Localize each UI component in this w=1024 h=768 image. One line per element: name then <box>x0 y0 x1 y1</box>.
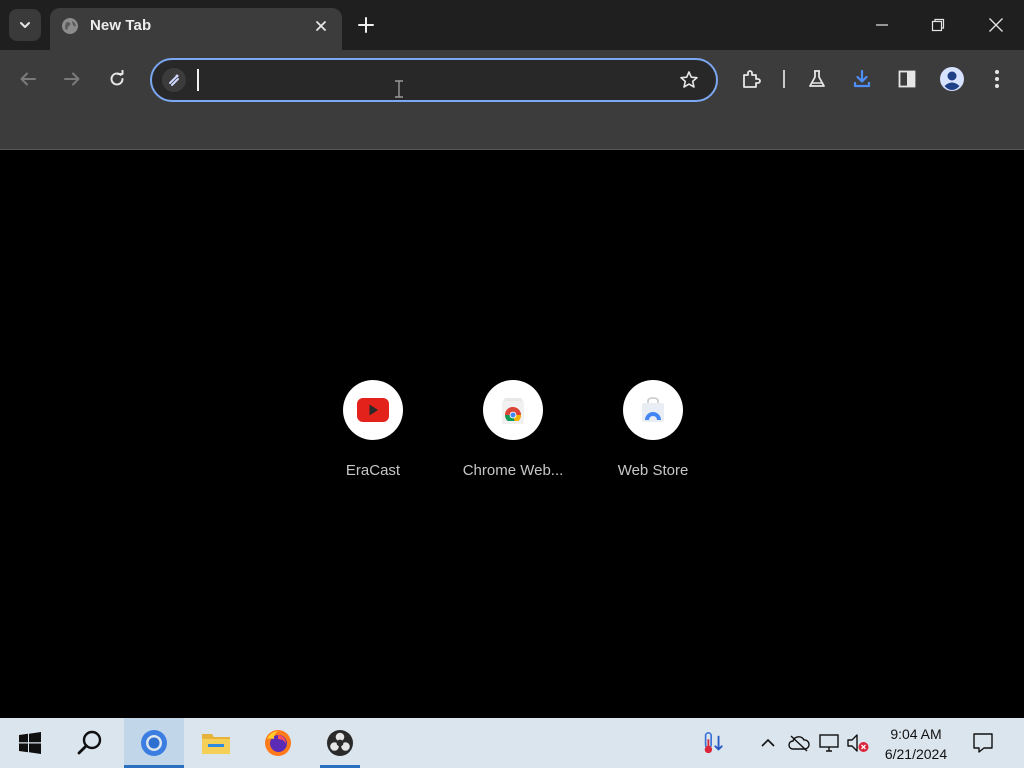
shortcut-web-store[interactable]: Web Store <box>590 380 716 490</box>
site-info-icon[interactable] <box>162 68 186 92</box>
labs-button[interactable] <box>802 64 832 94</box>
web-store-icon <box>642 397 664 422</box>
reload-icon <box>110 70 124 86</box>
taskbar-firefox[interactable] <box>248 718 308 768</box>
profile-avatar-icon <box>940 67 964 91</box>
bookmark-button[interactable] <box>678 69 700 91</box>
text-caret <box>197 69 199 91</box>
youtube-icon <box>357 398 389 422</box>
file-explorer-icon <box>202 734 230 754</box>
star-icon <box>680 71 698 88</box>
side-panel-button[interactable] <box>892 64 922 94</box>
taskbar-chrome[interactable] <box>124 718 184 768</box>
extensions-button[interactable] <box>736 64 766 94</box>
volume-muted-icon <box>847 734 869 752</box>
tab-close-button[interactable] <box>312 17 330 35</box>
tray-thermometer[interactable] <box>701 731 725 755</box>
address-input[interactable] <box>194 66 668 96</box>
windows-taskbar: 9:04 AM 6/21/2024 <box>0 718 1024 768</box>
tray-show-hidden[interactable] <box>756 731 780 755</box>
tray-cloud[interactable] <box>787 731 811 755</box>
taskbar-obs[interactable] <box>310 718 370 768</box>
notifications-button[interactable] <box>970 730 996 756</box>
clock-date: 6/21/2024 <box>884 746 948 762</box>
restore-icon <box>931 18 945 32</box>
taskbar-file-explorer[interactable] <box>186 718 246 768</box>
chevron-up-icon <box>761 738 775 747</box>
start-button[interactable] <box>0 718 60 768</box>
shortcut-label: Web Store <box>617 462 689 479</box>
close-icon <box>989 18 1003 32</box>
back-icon <box>20 72 36 86</box>
minimize-button[interactable] <box>859 0 905 50</box>
profile-button[interactable] <box>937 64 967 94</box>
address-bar[interactable] <box>150 58 718 102</box>
close-window-button[interactable] <box>973 0 1019 50</box>
search-button[interactable] <box>60 718 120 768</box>
obs-icon <box>327 730 353 756</box>
thermometer-icon <box>704 732 723 754</box>
downloads-button[interactable] <box>847 64 877 94</box>
cloud-offline-icon <box>788 735 810 752</box>
windows-start-icon <box>19 732 41 754</box>
restore-button[interactable] <box>915 0 961 50</box>
network-icon <box>819 734 839 752</box>
search-icon <box>77 730 102 755</box>
tray-volume[interactable] <box>846 731 870 755</box>
back-button[interactable] <box>13 64 43 94</box>
shortcut-label: Chrome Web... <box>462 462 564 479</box>
shortcut-eracast[interactable]: EraCast <box>310 380 436 490</box>
menu-button[interactable] <box>982 64 1012 94</box>
chevron-down-icon <box>20 22 30 28</box>
menu-dots-icon <box>995 70 999 88</box>
system-clock[interactable]: 9:04 AM 6/21/2024 <box>874 722 958 766</box>
chrome-icon <box>141 730 167 756</box>
tab-strip: New Tab <box>0 0 1024 50</box>
clock-time: 9:04 AM <box>890 726 942 742</box>
tray-network[interactable] <box>817 731 841 755</box>
forward-icon <box>64 72 80 86</box>
new-tab-button[interactable] <box>352 11 380 39</box>
notification-icon <box>973 733 993 753</box>
reload-button[interactable] <box>102 64 132 94</box>
shortcut-tile <box>623 380 683 440</box>
forward-button[interactable] <box>57 64 87 94</box>
chrome-web-store-icon <box>502 398 524 424</box>
ibeam-cursor-icon <box>395 80 403 98</box>
labs-flask-icon <box>809 70 825 87</box>
shortcut-tile <box>483 380 543 440</box>
firefox-icon <box>265 730 291 756</box>
tab-title: New Tab <box>90 17 152 34</box>
shortcut-tile <box>343 380 403 440</box>
tab-search-button[interactable] <box>9 9 41 41</box>
shortcut-chrome-web-store[interactable]: Chrome Web... <box>450 380 576 490</box>
minimize-icon <box>876 24 888 26</box>
tab-new-tab[interactable]: New Tab <box>50 8 342 50</box>
shortcut-label: EraCast <box>345 462 401 479</box>
close-icon <box>316 21 326 31</box>
page-icon <box>169 74 179 86</box>
side-panel-icon <box>898 70 916 88</box>
plus-icon <box>358 17 374 33</box>
toolbar-separator <box>783 70 785 88</box>
download-icon <box>853 69 871 88</box>
globe-icon <box>62 18 78 34</box>
extensions-icon <box>743 70 761 88</box>
browser-toolbar <box>0 50 1024 150</box>
